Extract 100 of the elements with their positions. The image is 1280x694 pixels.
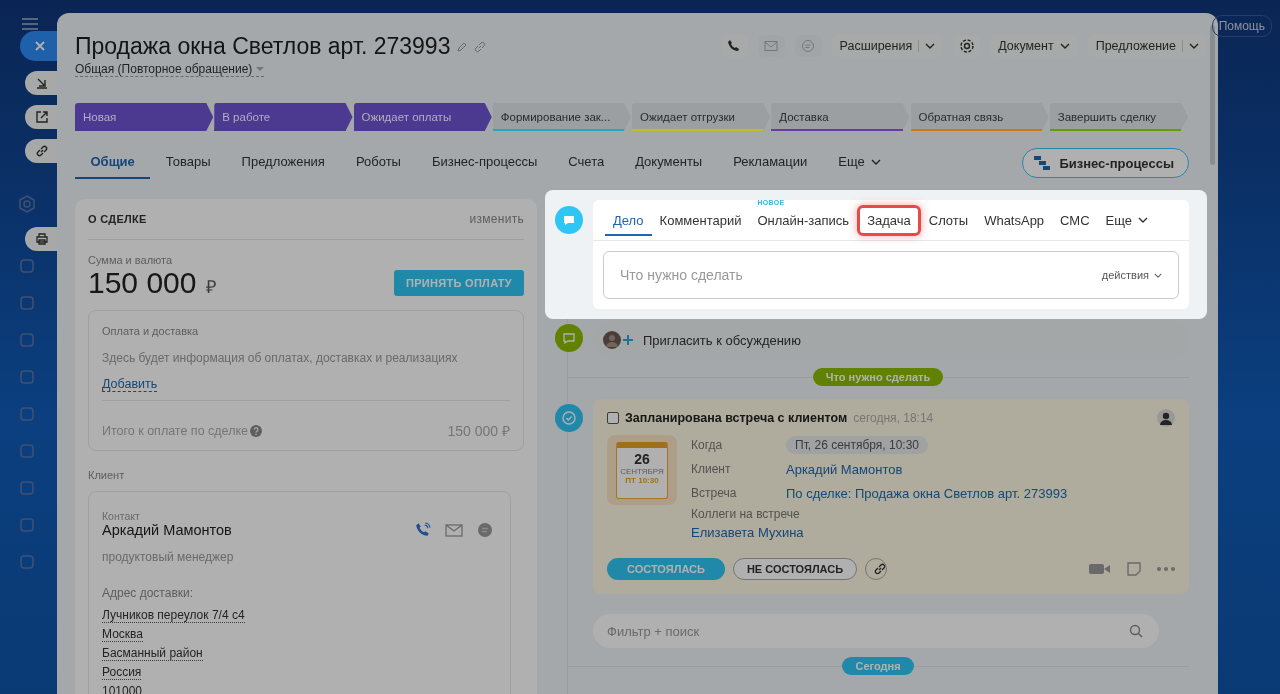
editor-tab[interactable]: Комментарий <box>651 204 750 236</box>
app-icon[interactable] <box>19 406 35 422</box>
currency-sign: ₽ <box>206 276 217 298</box>
field-link[interactable]: По сделке: Продажа окна Светлов арт. 273993 <box>786 485 1068 501</box>
pipeline-stage[interactable]: Ожидает оплаты <box>353 103 492 131</box>
app-icon[interactable] <box>19 295 35 311</box>
phone-icon[interactable] <box>415 522 431 538</box>
editor-tab[interactable]: Еще <box>1097 204 1157 236</box>
pipeline-stage[interactable]: Доставка <box>771 103 910 131</box>
tab[interactable]: Рекламации <box>717 147 823 179</box>
field-label: Адрес доставки: <box>102 586 195 600</box>
chat-icon[interactable] <box>477 522 493 538</box>
pipeline-stage[interactable]: Завершить сделку <box>1049 103 1188 131</box>
activity-title: Запланирована встреча с клиентом <box>625 411 848 425</box>
tab[interactable]: Еще <box>822 147 897 179</box>
hexagon-icon[interactable] <box>18 195 36 213</box>
editor-tab[interactable]: СМС <box>1052 204 1098 236</box>
link-icon <box>35 144 49 158</box>
settings-button[interactable] <box>953 35 981 57</box>
copy-link-button[interactable] <box>25 139 59 163</box>
editor-tab[interactable]: Онлайн-запись <box>749 204 858 236</box>
task-input[interactable]: Что нужно сделать действия <box>603 251 1179 299</box>
comment-icon <box>555 324 583 352</box>
tab[interactable]: Документы <box>619 147 718 179</box>
tab[interactable]: Предложения <box>226 147 341 179</box>
settings-icon <box>958 38 975 54</box>
checkbox[interactable] <box>607 412 619 424</box>
search-icon <box>1129 624 1143 638</box>
pipeline-stage[interactable]: Новая <box>75 103 214 131</box>
check-icon <box>555 404 583 432</box>
video-icon[interactable] <box>1089 563 1111 575</box>
tab[interactable]: Общие <box>75 147 151 179</box>
pipeline-stage[interactable]: Обратная связь <box>910 103 1049 131</box>
mail-icon[interactable] <box>445 523 463 537</box>
link-icon <box>874 563 887 575</box>
app-icon[interactable] <box>19 443 35 459</box>
chevron-icon <box>870 158 881 165</box>
section-pill: Что нужно сделать <box>812 368 944 386</box>
close-icon <box>34 40 46 52</box>
pencil-icon[interactable] <box>456 40 469 53</box>
address-link[interactable]: Лучников переулок 7/4 с4 <box>102 608 245 623</box>
tab[interactable]: Счета <box>552 147 620 179</box>
split-dropdown-button[interactable]: Предложение <box>1087 35 1207 57</box>
app-icon[interactable] <box>19 258 35 274</box>
section-heading: О СДЕЛКЕ <box>88 213 147 225</box>
info-text: Здесь будет информация об оплатах, доставках и реализациях <box>102 351 459 365</box>
field-link[interactable]: Аркадий Мамонтов <box>786 461 903 477</box>
open-in-new-window-button[interactable] <box>25 105 59 129</box>
printer-icon <box>35 232 49 246</box>
add-link[interactable]: Добавить <box>102 377 158 392</box>
tab[interactable]: Роботы <box>340 147 417 179</box>
tab[interactable]: Бизнес-процессы <box>416 147 553 179</box>
search-field[interactable]: Фильтр + поиск <box>593 614 1159 648</box>
app-icon[interactable] <box>19 369 35 385</box>
split-dropdown-button[interactable]: Расширения <box>831 35 944 57</box>
app-icon[interactable] <box>19 480 35 496</box>
date-chip[interactable]: Пт, 26 сентября, 10:30 <box>786 436 929 454</box>
external-link-icon <box>35 110 49 124</box>
menu-icon[interactable] <box>22 18 38 30</box>
pipeline-stage[interactable]: Формирование зак... <box>492 103 631 131</box>
editor-tab[interactable]: WhatsApp <box>976 204 1053 236</box>
address-link[interactable]: Басманный район <box>102 646 203 661</box>
editor-tab[interactable]: Дело <box>605 204 652 236</box>
arrow-icon <box>35 76 49 90</box>
close-button[interactable] <box>20 31 60 61</box>
business-process-button[interactable]: Бизнес-процессы <box>1022 148 1189 178</box>
document-dropdown[interactable]: Документ <box>990 35 1078 57</box>
actions-dropdown[interactable]: действия <box>1101 269 1162 281</box>
avatar-icon <box>603 331 621 349</box>
more-icon[interactable] <box>1157 567 1175 571</box>
call-button[interactable] <box>720 35 748 57</box>
activity-time: сегодня, 18:14 <box>853 411 934 425</box>
app-icon[interactable] <box>19 517 35 533</box>
pipeline-stage[interactable]: Ожидает отгрузки <box>632 103 771 131</box>
field-label: Когда <box>691 438 724 452</box>
category-dropdown[interactable]: Общая (Повторное обращение) <box>75 62 265 77</box>
address-link[interactable]: Россия <box>102 665 142 680</box>
person-link[interactable]: Елизавета Мухина <box>691 525 804 540</box>
contact-name[interactable]: Аркадий Мамонтов <box>102 522 232 538</box>
mail-icon <box>764 40 779 52</box>
print-button[interactable] <box>25 227 59 251</box>
editor-tab[interactable]: Задача <box>857 204 921 236</box>
not-completed-button[interactable]: НЕ СОСТОЯЛАСЬ <box>732 558 858 580</box>
link-icon[interactable] <box>474 40 487 53</box>
chevron-icon <box>1138 217 1149 223</box>
help-icon[interactable] <box>250 424 262 437</box>
scrollbar[interactable] <box>1210 25 1215 165</box>
field-label: Контакт <box>102 510 141 522</box>
note-icon[interactable] <box>1127 562 1141 576</box>
tab[interactable]: Товары <box>150 147 227 179</box>
field-label: Клиент <box>691 462 732 476</box>
chevron-icon <box>925 43 936 49</box>
app-icon[interactable] <box>19 332 35 348</box>
app-icon[interactable] <box>19 554 35 570</box>
pipeline-stage[interactable]: В работе <box>214 103 353 131</box>
editor-tab[interactable]: Слоты <box>920 204 977 236</box>
help-button[interactable]: Помощь <box>1211 15 1272 37</box>
address-link[interactable]: Москва <box>102 627 143 642</box>
minimize-button[interactable] <box>25 71 59 95</box>
avatar-icon[interactable] <box>1157 409 1175 427</box>
